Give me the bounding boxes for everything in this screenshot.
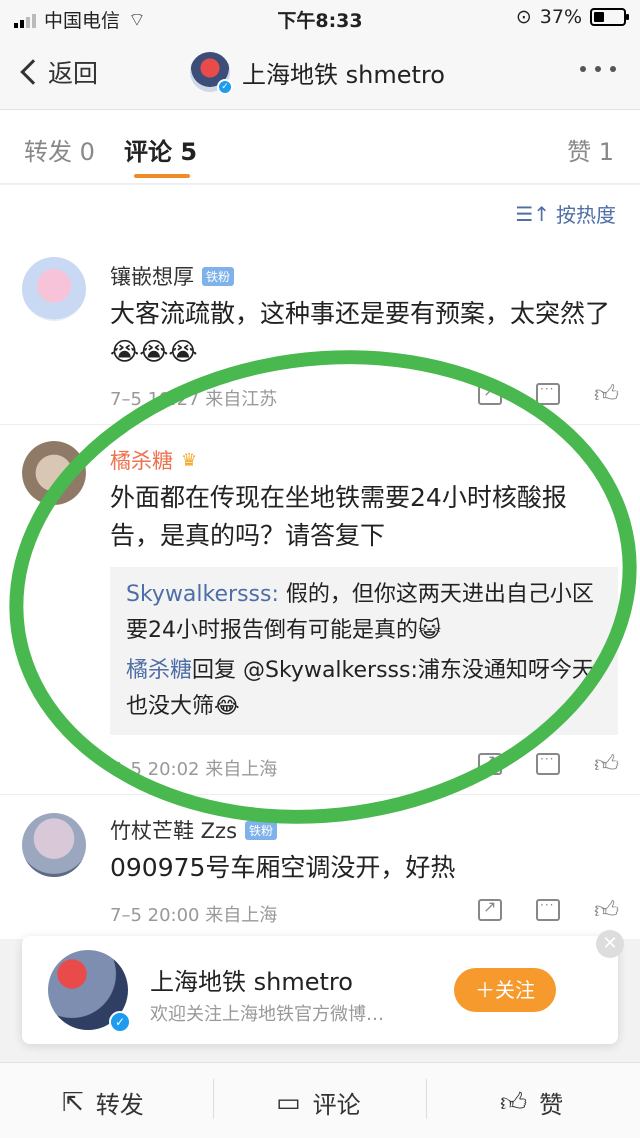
active-tab-indicator [134,174,190,178]
fan-badge: 铁粉 [245,820,278,840]
tab-likes[interactable]: 赞 1 [567,132,614,167]
avatar[interactable] [22,257,86,321]
follow-card-name: 上海地铁 shmetro [150,968,353,996]
share-icon[interactable] [478,381,502,405]
chevron-left-icon [20,59,46,85]
like-button[interactable]: 👍︎ 赞 [500,1085,563,1120]
follow-button[interactable]: ＋关注 [454,968,556,1012]
rotation-lock-icon: ⊙ [515,6,532,28]
follow-card-desc: 欢迎关注上海地铁官方微博… [150,1004,384,1025]
list-item: 橘杀糖 ♛ 外面都在传现在坐地铁需要24小时核酸报告，是真的吗？请答复下 Sky… [0,425,640,795]
tab-comments[interactable]: 评论 5 [124,132,197,167]
page-title[interactable]: ✓ 上海地铁 shmetro [190,52,445,95]
verified-icon: ✓ [217,79,233,95]
divider [426,1079,427,1119]
comment-meta: 7–5 19:27 来自江苏 [110,389,278,410]
like-icon[interactable]: 👍︎ [594,752,619,776]
battery-percent: 37% [539,6,582,28]
sort-button[interactable]: ☰↑ 按热度 [515,199,616,228]
comment-button[interactable]: ▭ 评论 [276,1085,361,1120]
repost-button[interactable]: ⇱ 转发 [62,1085,144,1120]
reply-box[interactable]: Skywalkersss: 假的，但你这两天进出自己小区要24小时报告倒有可能是… [110,567,618,735]
comment-author[interactable]: 竹杖芒鞋 Zzs [110,815,237,845]
avatar: ✓ [190,52,233,95]
comment-icon[interactable] [536,752,560,775]
avatar[interactable]: ✓ [48,950,131,1033]
comment-author[interactable]: 镶嵌想厚 [110,261,194,291]
bottom-bar: ⇱ 转发 ▭ 评论 👍︎ 赞 [0,1062,640,1138]
share-icon[interactable] [478,897,502,921]
comment-text: 090975号车厢空调没开，好热 [110,853,456,882]
sort-label: 按热度 [556,203,616,227]
status-bar: 中国电信 ⌔ 下午8:33 ⊙ 37% [0,0,640,36]
comment-icon: ▭ [276,1087,301,1118]
repost-label: 转发 [95,1091,144,1119]
comment-list: 镶嵌想厚 铁粉 大客流疏散，这种事还是要有预案，太突然了😭😭😭 7–5 19:2… [0,239,640,939]
follow-card[interactable]: ✓ 上海地铁 shmetro 欢迎关注上海地铁官方微博… ＋关注 ✕ [22,930,624,1044]
nav-bar: 返回 ✓ 上海地铁 shmetro [0,36,640,110]
divider [213,1079,214,1119]
comment-author[interactable]: 橘杀糖 [110,445,173,475]
comment-text: 大客流疏散，这种事还是要有预案，太突然了😭😭😭 [110,299,611,366]
comment-icon[interactable] [536,898,560,921]
comment-label: 评论 [312,1091,361,1119]
fan-badge: 铁粉 [202,266,235,286]
comment-text: 外面都在传现在坐地铁需要24小时核酸报告，是真的吗？请答复下 [110,483,567,550]
reply-item: Skywalkersss: 假的，但你这两天进出自己小区要24小时报告倒有可能是… [126,577,602,649]
like-icon: 👍︎ [500,1088,528,1118]
back-button[interactable]: 返回 [18,54,98,90]
crown-icon: ♛ [181,449,198,471]
sort-row: ☰↑ 按热度 [0,185,640,239]
share-icon[interactable] [478,751,502,775]
like-label: 赞 [539,1091,564,1119]
avatar[interactable] [22,441,86,505]
list-item: 镶嵌想厚 铁粉 大客流疏散，这种事还是要有预案，太突然了😭😭😭 7–5 19:2… [0,239,640,425]
battery-icon [590,8,629,26]
close-icon[interactable]: ✕ [596,930,624,958]
page-title-text: 上海地铁 shmetro [242,60,445,89]
more-icon[interactable] [580,66,616,72]
list-item: 竹杖芒鞋 Zzs 铁粉 090975号车厢空调没开，好热 7–5 20:00 来… [0,795,640,939]
like-icon[interactable]: 👍︎ [594,382,619,406]
avatar[interactable] [22,813,86,877]
like-icon[interactable]: 👍︎ [594,898,619,922]
reply-text: 回复 @Skywalkersss:浦东没通知呀今天也没大筛😂 [126,658,594,719]
reply-item: 橘杀糖回复 @Skywalkersss:浦东没通知呀今天也没大筛😂 [126,653,602,725]
reply-user[interactable]: 橘杀糖 [126,658,192,683]
back-label: 返回 [48,59,99,88]
comment-icon[interactable] [536,382,560,405]
comment-meta: 7–5 20:00 来自上海 [110,905,278,926]
comment-meta: 7–5 20:02 来自上海 [110,759,278,780]
sort-icon: ☰↑ [515,201,550,226]
verified-icon: ✓ [109,1011,131,1033]
share-icon: ⇱ [62,1087,84,1118]
tab-repost[interactable]: 转发 0 [24,132,95,167]
reply-user[interactable]: Skywalkersss: [126,582,279,607]
tab-bar: 转发 0 评论 5 赞 1 [0,110,640,184]
